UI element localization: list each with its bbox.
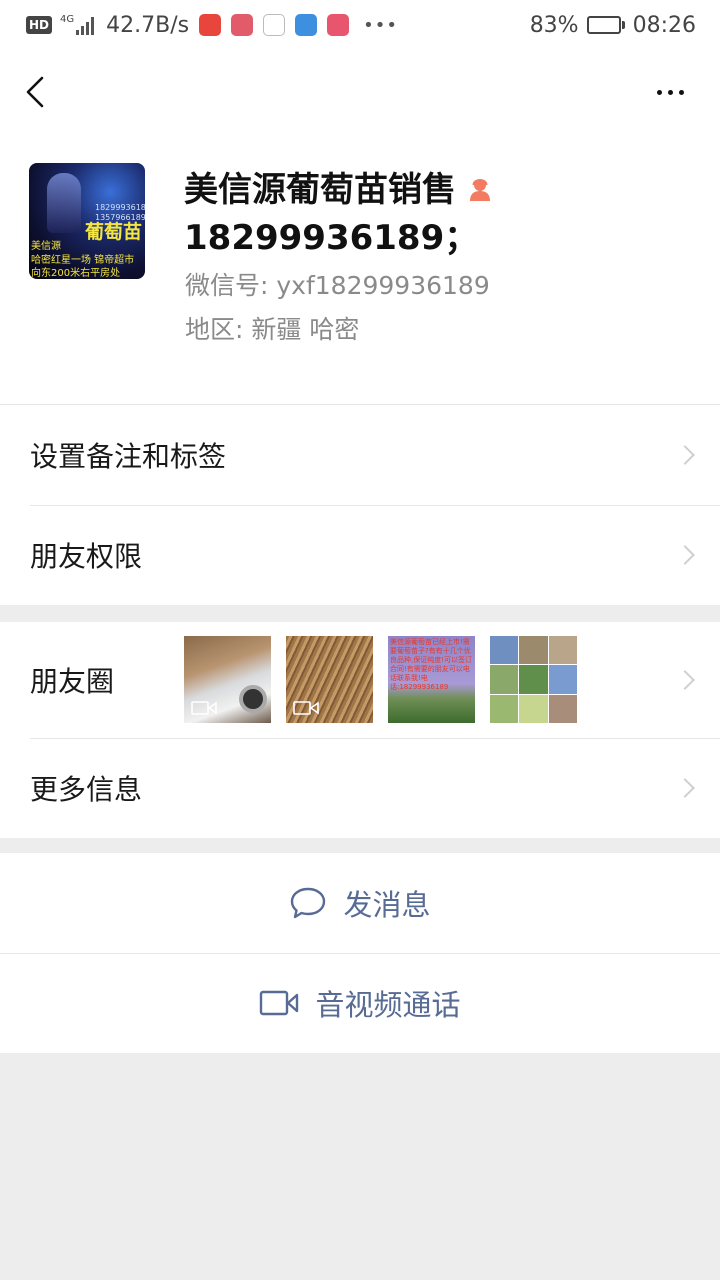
moments-thumbnail-video (184, 636, 271, 723)
chevron-right-icon (675, 545, 695, 565)
contact-name-line2: 18299936189； (184, 218, 479, 258)
moments-thumbnail-video (286, 636, 373, 723)
remark-tags-cell[interactable]: 设置备注和标签 (0, 405, 720, 505)
avatar-figure (47, 173, 81, 233)
hd-badge: HD (26, 16, 53, 34)
chevron-right-icon (675, 670, 695, 690)
moments-cell[interactable]: 朋友圈 美信源葡萄苗已经上市!需要葡萄苗子?有有十几个优良品种,保证纯度!可以签… (0, 622, 720, 738)
battery-icon (586, 16, 625, 34)
video-call-button[interactable]: 音视频通话 (0, 953, 720, 1053)
shop-app-icon (327, 14, 350, 36)
actions-group: 发消息 音视频通话 (0, 853, 720, 1053)
nav-bar (0, 50, 720, 134)
moments-thumbnails: 美信源葡萄苗已经上市!需要葡萄苗子?有有十几个优良品种,保证纯度!可以签订合同!… (184, 636, 577, 723)
more-info-label: 更多信息 (30, 773, 143, 806)
moments-thumbnail-image: 美信源葡萄苗已经上市!需要葡萄苗子?有有十几个优良品种,保证纯度!可以签订合同!… (388, 636, 475, 723)
contact-name: 美信源葡萄苗销售 (184, 168, 494, 212)
battery-percent: 83% (529, 12, 579, 38)
moments-thumbnail-grid (490, 636, 577, 723)
video-camera-icon (260, 990, 299, 1016)
female-gender-icon (470, 179, 490, 201)
wechat-id: 微信号: yxf18299936189 (185, 271, 490, 300)
moments-label: 朋友圈 (30, 665, 115, 698)
friend-permissions-cell[interactable]: 朋友权限 (0, 505, 720, 605)
status-bar: HD 4G 42.7B/s ••• 83% 08:26 (0, 0, 720, 50)
video-call-label: 音视频通话 (315, 988, 461, 1022)
back-button[interactable] (18, 70, 58, 114)
info-group: 朋友圈 美信源葡萄苗已经上市!需要葡萄苗子?有有十几个优良品种,保证纯度!可以签… (0, 622, 720, 838)
avatar[interactable]: 18299936189 13579661898 葡萄苗 美信源 哈密红星一场 锦… (29, 163, 145, 279)
shield-app-icon (295, 14, 318, 36)
toutiao-app-icon (199, 14, 222, 36)
more-info-cell[interactable]: 更多信息 (0, 738, 720, 838)
video-icon (293, 701, 319, 715)
avatar-line1: 美信源 (31, 241, 61, 252)
avatar-title-text: 葡萄苗 (85, 221, 143, 243)
friend-permissions-label: 朋友权限 (30, 540, 143, 573)
region: 地区: 新疆 哈密 (185, 315, 360, 344)
avatar-line3: 向东200米右平房处 (31, 268, 121, 279)
chevron-left-icon (26, 76, 44, 108)
moments-thumbnail-text: 美信源葡萄苗已经上市!需要葡萄苗子?有有十几个优良品种,保证纯度!可以签订合同!… (390, 638, 473, 691)
clock: 08:26 (632, 12, 696, 38)
remark-tags-label: 设置备注和标签 (30, 440, 227, 473)
signal-icon: 4G (60, 15, 95, 35)
chat-bubble-icon (291, 887, 326, 919)
more-options-button[interactable] (650, 80, 690, 104)
more-dot-icon (656, 89, 662, 95)
chevron-right-icon (675, 445, 695, 465)
more-notifications-icon: ••• (363, 14, 398, 36)
profile-header: 18299936189 13579661898 葡萄苗 美信源 哈密红星一场 锦… (0, 134, 720, 404)
send-message-label: 发消息 (343, 888, 431, 922)
settings-group: 设置备注和标签 朋友权限 (0, 405, 720, 605)
chevron-right-icon (675, 778, 695, 798)
send-message-button[interactable]: 发消息 (0, 853, 720, 953)
reader-app-icon (231, 14, 254, 36)
video-icon (191, 701, 217, 715)
network-speed: 42.7B/s (106, 12, 190, 38)
xuexi-app-icon (263, 14, 286, 36)
